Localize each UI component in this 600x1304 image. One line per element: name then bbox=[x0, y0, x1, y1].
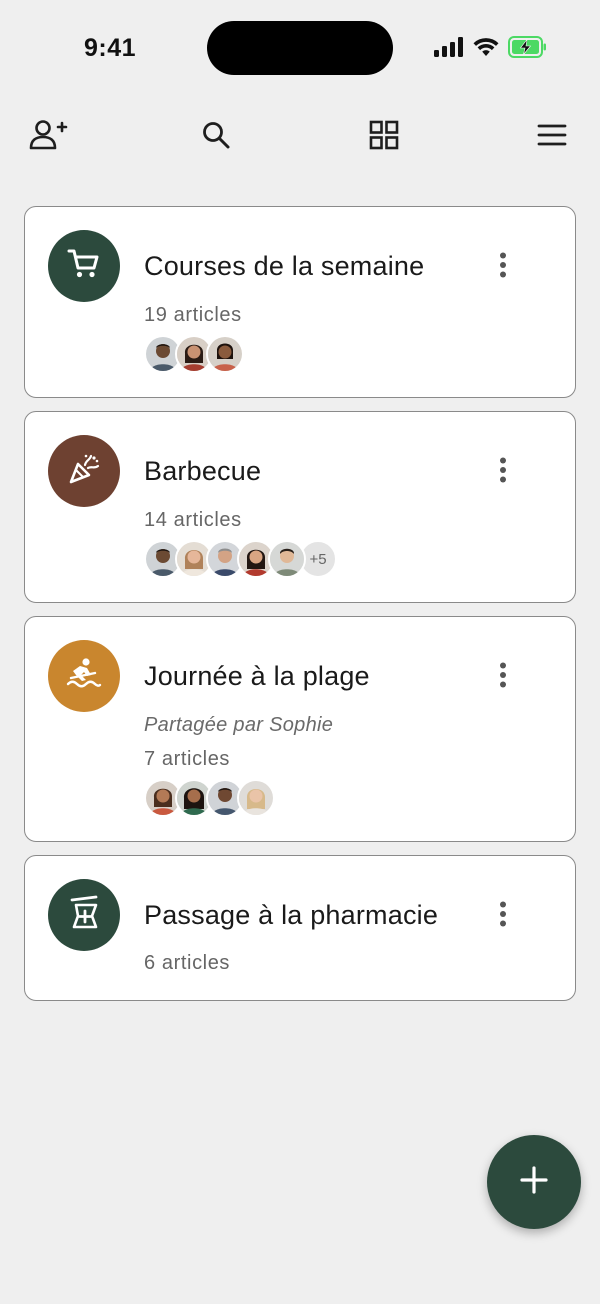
item-count: 14 articles bbox=[144, 509, 242, 531]
avatar bbox=[237, 779, 275, 817]
signal-icon bbox=[434, 37, 464, 57]
list-card-plage[interactable]: Journée à la plage Partagée par Sophie 7… bbox=[24, 616, 576, 842]
more-options-button[interactable] bbox=[483, 450, 523, 494]
search-button[interactable] bbox=[191, 110, 241, 160]
list-icon-circle bbox=[48, 879, 120, 951]
add-user-icon bbox=[28, 119, 68, 151]
wifi-icon bbox=[473, 37, 499, 57]
more-options-button[interactable] bbox=[483, 894, 523, 938]
party-popper-icon bbox=[66, 451, 102, 492]
status-icons bbox=[434, 36, 548, 58]
battery-charging-icon bbox=[508, 36, 548, 58]
more-vertical-icon bbox=[499, 901, 507, 932]
item-count: 19 articles bbox=[144, 304, 242, 326]
more-options-button[interactable] bbox=[483, 245, 523, 289]
list-card-barbecue[interactable]: Barbecue 14 articles +5 bbox=[24, 411, 576, 603]
search-icon bbox=[201, 120, 231, 150]
more-options-button[interactable] bbox=[483, 655, 523, 699]
more-vertical-icon bbox=[499, 457, 507, 488]
status-bar: 9:41 bbox=[0, 0, 600, 96]
surfing-icon bbox=[65, 656, 103, 697]
list-icon-circle bbox=[48, 230, 120, 302]
menu-icon bbox=[537, 123, 567, 147]
item-count: 7 articles bbox=[144, 748, 231, 770]
shopping-lists: Courses de la semaine 19 articles Barbec… bbox=[24, 206, 576, 1014]
list-title: Barbecue bbox=[144, 456, 262, 486]
member-avatars: +5 bbox=[144, 540, 337, 578]
list-title: Courses de la semaine bbox=[144, 251, 425, 281]
list-icon-circle bbox=[48, 640, 120, 712]
avatar bbox=[268, 540, 306, 578]
add-user-button[interactable] bbox=[23, 110, 73, 160]
list-card-pharmacie[interactable]: Passage à la pharmacie 6 articles bbox=[24, 855, 576, 1001]
shared-by-label: Partagée par Sophie bbox=[144, 714, 334, 736]
list-icon-circle bbox=[48, 435, 120, 507]
list-title: Passage à la pharmacie bbox=[144, 900, 439, 930]
shopping-cart-icon bbox=[66, 246, 102, 287]
dynamic-island bbox=[207, 21, 393, 75]
plus-icon bbox=[519, 1165, 549, 1200]
avatar bbox=[206, 335, 244, 373]
member-avatars bbox=[144, 335, 244, 373]
menu-button[interactable] bbox=[527, 110, 577, 160]
list-title: Journée à la plage bbox=[144, 661, 370, 691]
add-list-button[interactable] bbox=[487, 1135, 581, 1229]
status-time: 9:41 bbox=[84, 34, 137, 62]
toolbar bbox=[0, 110, 600, 160]
list-card-courses[interactable]: Courses de la semaine 19 articles bbox=[24, 206, 576, 398]
pharmacy-icon bbox=[67, 895, 101, 936]
more-vertical-icon bbox=[499, 662, 507, 693]
grid-view-button[interactable] bbox=[359, 110, 409, 160]
grid-view-icon bbox=[369, 120, 399, 150]
more-vertical-icon bbox=[499, 252, 507, 283]
item-count: 6 articles bbox=[144, 952, 231, 974]
member-avatars bbox=[144, 779, 275, 817]
